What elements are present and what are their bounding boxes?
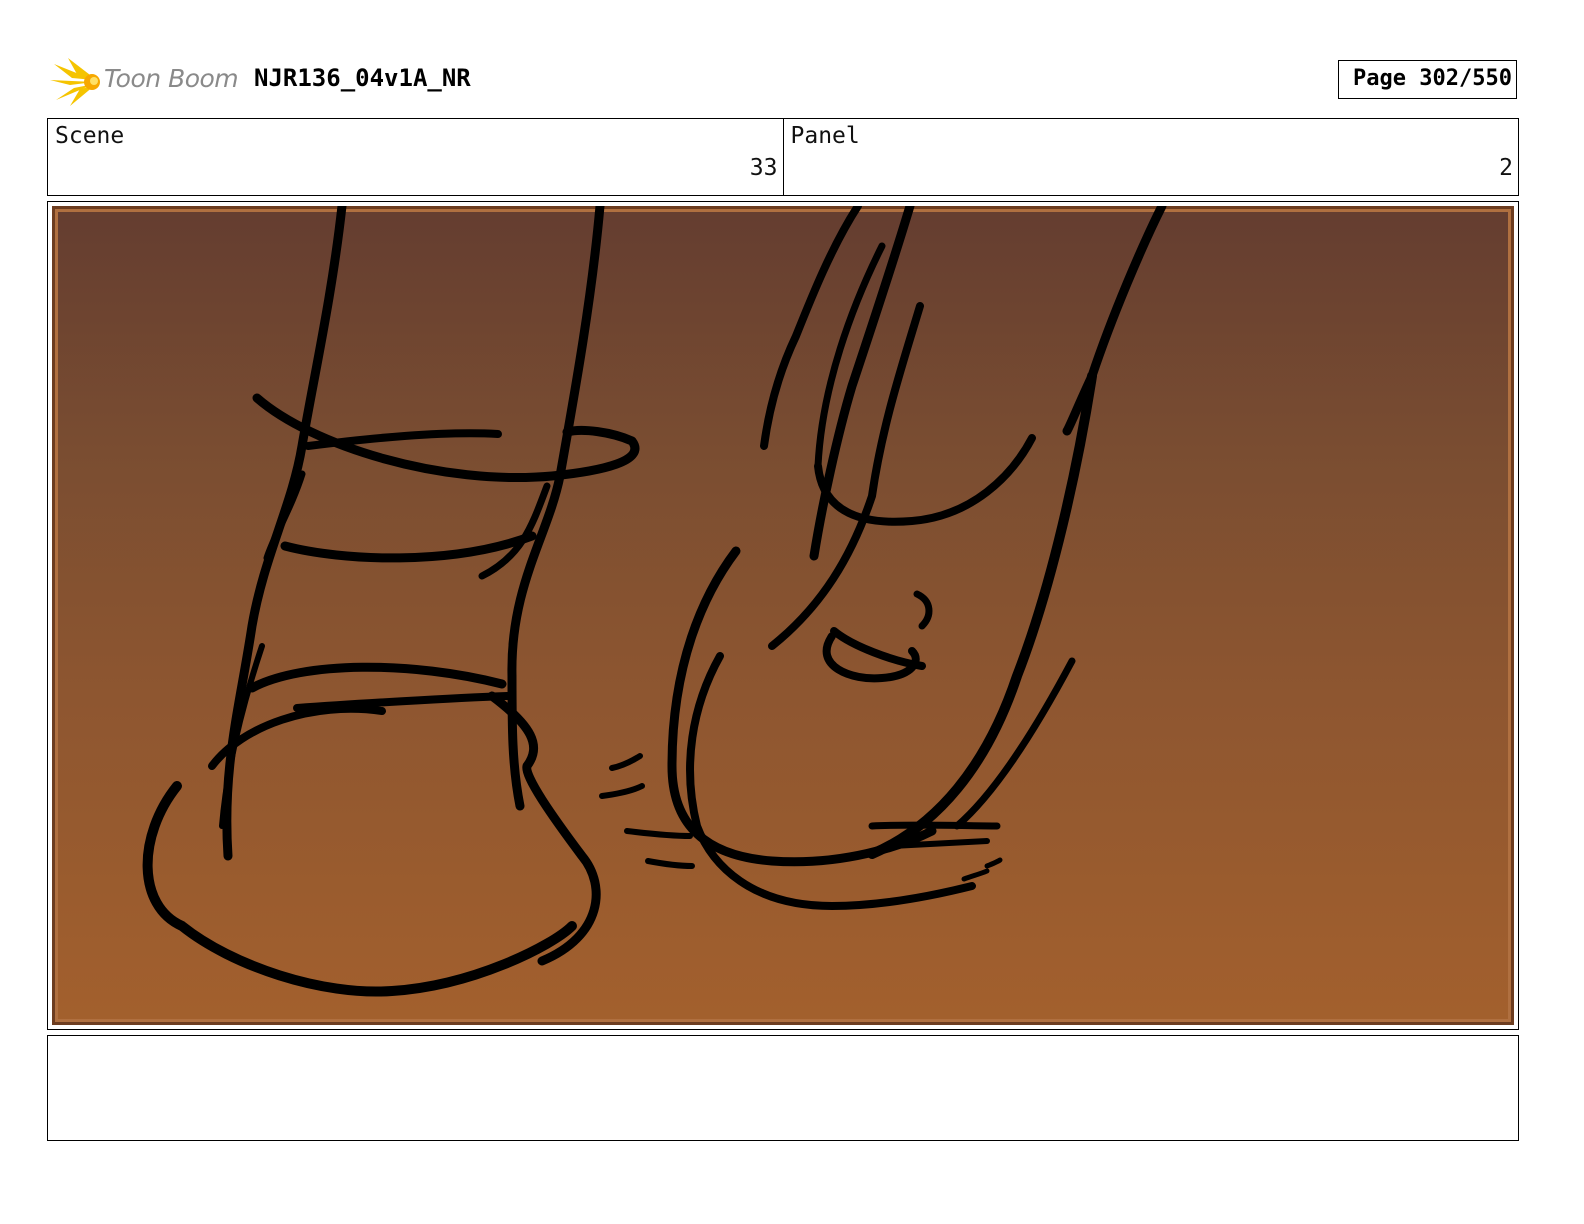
page-number: Page 302/550: [1353, 66, 1512, 91]
scene-value: 33: [749, 155, 778, 181]
panel-label: Panel: [790, 123, 860, 149]
document-title: NJR136_04v1A_NR: [254, 64, 471, 92]
panel-info-table: Scene 33 Panel 2: [47, 118, 1519, 196]
sketch-lines: [142, 206, 1167, 997]
toon-boom-logo: Toon Boom: [50, 54, 240, 106]
panel-cell: Panel 2: [782, 119, 1519, 195]
page-number-box: Page 302/550: [1338, 60, 1517, 99]
notes-box: [47, 1035, 1519, 1141]
scene-cell: Scene 33: [48, 119, 783, 195]
logo-text: Toon Boom: [104, 64, 239, 93]
scene-label: Scene: [55, 123, 125, 149]
storyboard-frame: [47, 201, 1519, 1030]
starburst-icon: [50, 58, 100, 106]
storyboard-drawing: [52, 206, 1514, 1025]
panel-value: 2: [1499, 155, 1513, 181]
